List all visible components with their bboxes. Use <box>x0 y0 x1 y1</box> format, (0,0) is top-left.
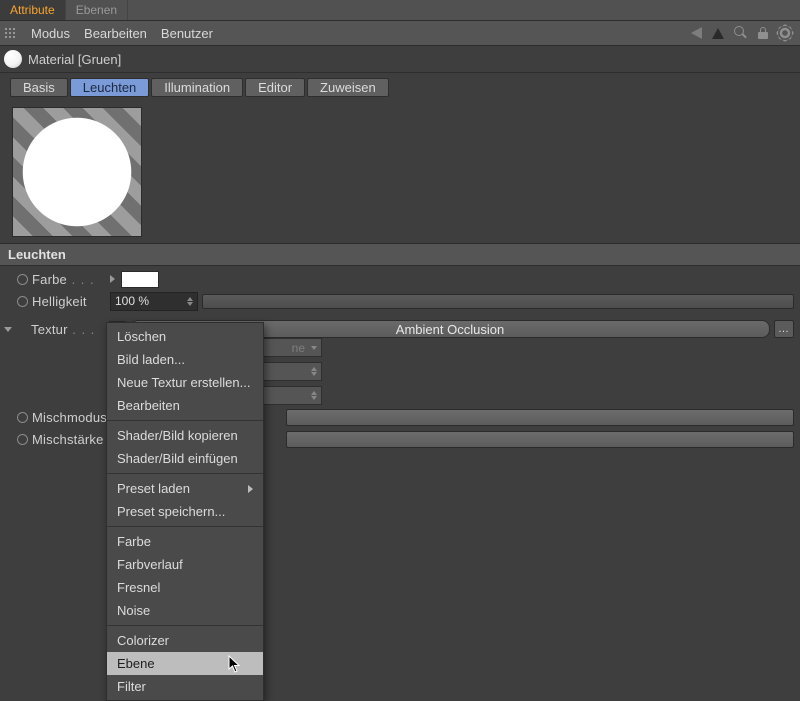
row-farbe: Farbe <box>6 268 794 290</box>
gear-icon[interactable] <box>778 26 792 40</box>
chevron-down-icon <box>311 346 317 350</box>
cm-separator <box>107 473 263 474</box>
chan-zuweisen[interactable]: Zuweisen <box>307 78 389 97</box>
cm-farbverlauf[interactable]: Farbverlauf <box>107 553 263 576</box>
history-back-icon[interactable] <box>691 27 702 39</box>
anim-dot-helligkeit[interactable] <box>17 296 28 307</box>
chan-leuchten[interactable]: Leuchten <box>70 78 150 97</box>
mischstaerke-slider[interactable] <box>286 431 794 448</box>
cm-preset-speichern[interactable]: Preset speichern... <box>107 500 263 523</box>
hidden-combo-2[interactable] <box>256 362 322 381</box>
cm-farbe[interactable]: Farbe <box>107 530 263 553</box>
cm-bearbeiten[interactable]: Bearbeiten <box>107 394 263 417</box>
cursor-icon <box>228 655 242 673</box>
anim-dot-mischstaerke[interactable] <box>17 434 28 445</box>
hidden-combo-1-text: ne <box>292 341 305 355</box>
cm-neue-textur[interactable]: Neue Textur erstellen... <box>107 371 263 394</box>
tab-attribute[interactable]: Attribute <box>0 0 66 20</box>
helligkeit-input[interactable]: 100 % <box>110 292 198 311</box>
menu-bearbeiten[interactable]: Bearbeiten <box>84 26 147 41</box>
spinner-icon <box>311 391 317 400</box>
section-title-leuchten: Leuchten <box>0 243 800 266</box>
textur-context-menu: Löschen Bild laden... Neue Textur erstel… <box>106 322 264 701</box>
chan-editor[interactable]: Editor <box>245 78 305 97</box>
lock-icon[interactable] <box>758 27 768 39</box>
menu-benutzer[interactable]: Benutzer <box>161 26 213 41</box>
cm-colorizer[interactable]: Colorizer <box>107 629 263 652</box>
history-up-icon[interactable] <box>712 28 724 39</box>
preview-area <box>0 101 800 243</box>
cm-bild-laden[interactable]: Bild laden... <box>107 348 263 371</box>
mischmodus-field[interactable] <box>286 409 794 426</box>
channel-tab-row: Basis Leuchten Illumination Editor Zuwei… <box>0 73 800 101</box>
color-swatch[interactable] <box>121 271 159 288</box>
textur-browse-button[interactable]: … <box>774 320 794 338</box>
grid-icon[interactable] <box>4 27 17 40</box>
label-helligkeit: Helligkeit <box>32 294 106 309</box>
cm-shader-einfuegen[interactable]: Shader/Bild einfügen <box>107 447 263 470</box>
search-icon[interactable] <box>734 26 748 40</box>
cm-separator <box>107 526 263 527</box>
hidden-combo-3[interactable] <box>256 386 322 405</box>
cm-fresnel[interactable]: Fresnel <box>107 576 263 599</box>
label-farbe: Farbe <box>32 272 106 287</box>
cm-separator <box>107 420 263 421</box>
chan-illumination[interactable]: Illumination <box>151 78 243 97</box>
anim-dot-mischmodus[interactable] <box>17 412 28 423</box>
cm-shader-kopieren[interactable]: Shader/Bild kopieren <box>107 424 263 447</box>
tab-ebenen[interactable]: Ebenen <box>66 0 128 20</box>
material-preview-icon <box>4 50 22 68</box>
cm-preset-laden-label: Preset laden <box>117 481 190 496</box>
helligkeit-value: 100 % <box>115 294 149 308</box>
cm-loeschen[interactable]: Löschen <box>107 325 263 348</box>
material-preview[interactable] <box>12 107 142 237</box>
cm-separator <box>107 625 263 626</box>
expand-textur-icon[interactable] <box>4 327 12 332</box>
menu-modus[interactable]: Modus <box>31 26 70 41</box>
spinner-icon <box>311 367 317 376</box>
material-header: Material [Gruen] <box>0 46 800 73</box>
menu-bar: Modus Bearbeiten Benutzer <box>0 21 800 46</box>
chan-basis[interactable]: Basis <box>10 78 68 97</box>
anim-dot-farbe[interactable] <box>17 274 28 285</box>
cm-filter[interactable]: Filter <box>107 675 263 698</box>
helligkeit-slider[interactable] <box>202 294 794 309</box>
panel-tab-strip: Attribute Ebenen <box>0 0 800 21</box>
hidden-combo-1[interactable]: ne <box>256 338 322 357</box>
chevron-right-icon <box>248 485 253 493</box>
cm-noise[interactable]: Noise <box>107 599 263 622</box>
row-helligkeit: Helligkeit 100 % <box>6 290 794 312</box>
material-title: Material [Gruen] <box>28 52 121 67</box>
cm-preset-laden[interactable]: Preset laden <box>107 477 263 500</box>
spinner-icon[interactable] <box>187 297 193 306</box>
expand-farbe-icon[interactable] <box>110 275 115 283</box>
label-textur: Textur <box>31 322 105 337</box>
